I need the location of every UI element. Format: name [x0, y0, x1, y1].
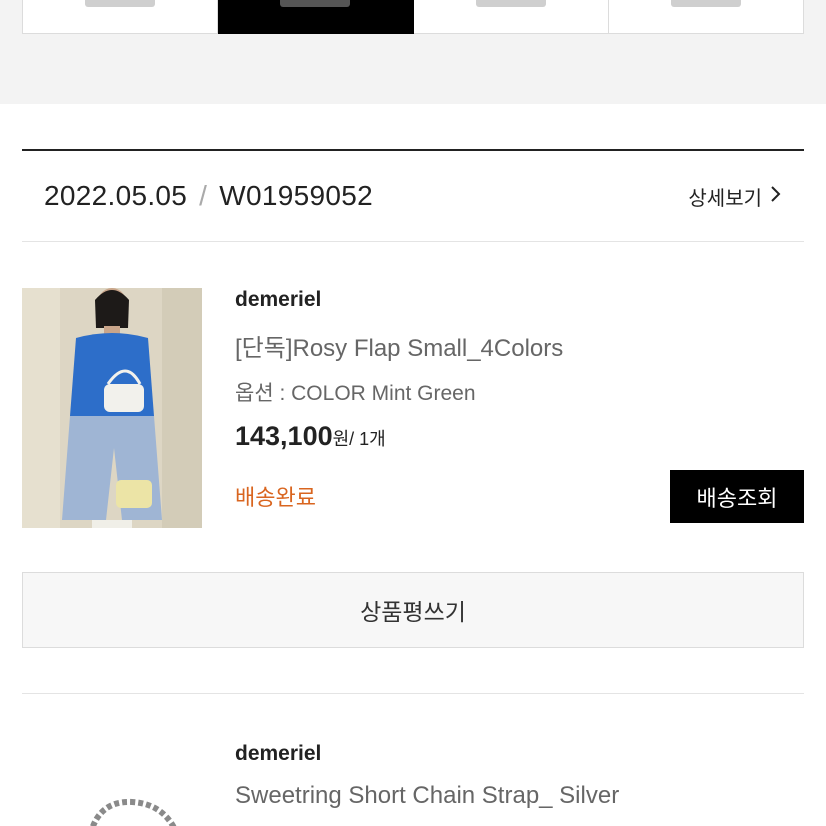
- tab-label-cropped: [280, 0, 351, 7]
- product-brand: demeriel: [235, 742, 322, 765]
- tab-2-active[interactable]: [218, 0, 414, 34]
- order-identifier: 2022.05.05 / W01959052: [44, 180, 373, 212]
- item-divider: [22, 693, 804, 694]
- order-status-tabs: [22, 0, 804, 34]
- product-name[interactable]: Sweetring Short Chain Strap_ Silver: [235, 782, 804, 810]
- chain-strap-image[interactable]: [82, 790, 192, 826]
- tab-label-cropped: [670, 0, 741, 7]
- tab-3[interactable]: [413, 0, 609, 34]
- product-option: 옵션 : COLOR Mint Green: [235, 382, 476, 405]
- product-price-unit: 원/ 1개: [332, 429, 386, 449]
- tab-1[interactable]: [22, 0, 219, 34]
- order-detail-label: 상세보기: [688, 187, 762, 210]
- order-item: demeriel Sweetring Short Chain Strap_ Si…: [22, 742, 804, 826]
- order-date: 2022.05.05: [44, 180, 188, 211]
- product-image[interactable]: [22, 288, 202, 528]
- chevron-right-icon: [770, 183, 782, 209]
- tab-4[interactable]: [608, 0, 804, 34]
- order-detail-link[interactable]: 상세보기: [688, 182, 782, 211]
- product-info: demeriel Sweetring Short Chain Strap_ Si…: [235, 742, 804, 810]
- product-name[interactable]: [단독]Rosy Flap Small_4Colors: [235, 328, 804, 363]
- track-delivery-button[interactable]: 배송조회: [670, 470, 804, 523]
- product-info: demeriel [단독]Rosy Flap Small_4Colors 옵션 …: [235, 288, 804, 452]
- tab-label-cropped: [85, 0, 156, 7]
- delivery-status: 배송완료: [235, 485, 316, 510]
- order-header: 2022.05.05 / W01959052 상세보기: [22, 149, 804, 242]
- product-price: 143,100: [235, 421, 333, 451]
- order-number: W01959052: [219, 180, 373, 211]
- product-price-line: 143,100원/ 1개: [235, 421, 804, 452]
- product-brand: demeriel: [235, 288, 322, 311]
- order-separator: /: [199, 180, 208, 211]
- tab-label-cropped: [475, 0, 546, 7]
- order-item: demeriel [단독]Rosy Flap Small_4Colors 옵션 …: [22, 288, 804, 528]
- write-review-button[interactable]: 상품평쓰기: [22, 572, 804, 648]
